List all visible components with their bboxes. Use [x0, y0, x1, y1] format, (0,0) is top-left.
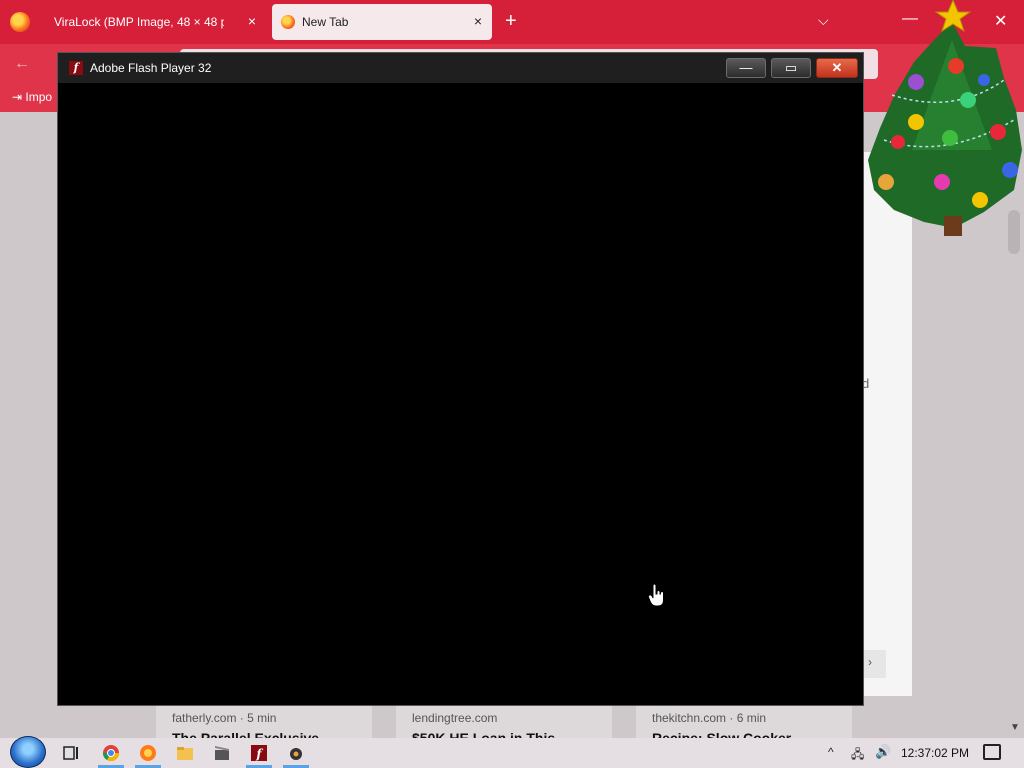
chrome-icon[interactable]	[102, 744, 120, 762]
flash-close-button[interactable]: ✕	[816, 58, 858, 78]
story-headline[interactable]: Recipe: Slow Cooker	[652, 730, 842, 738]
list-tabs-button[interactable]: ⌵	[818, 12, 829, 29]
story-source: fatherly.com · 5 min	[172, 711, 277, 725]
story-headline[interactable]: The Parallel Exclusive	[172, 730, 362, 738]
flash-window-title: Adobe Flash Player 32	[90, 61, 212, 75]
flash-title-bar[interactable]: f Adobe Flash Player 32 — ▭ ✕	[58, 53, 863, 83]
hand-cursor-icon	[648, 584, 664, 607]
new-tab-button[interactable]: +	[505, 10, 517, 32]
taskbar-clock[interactable]: 12:37:02 PM	[901, 746, 969, 760]
bookmark-import-label: Impo	[25, 90, 53, 104]
notification-center-icon[interactable]	[983, 744, 1001, 760]
tab-title: New Tab	[302, 15, 349, 29]
story-source: lendingtree.com	[412, 711, 498, 725]
tray-chevron-icon[interactable]: ^	[828, 745, 834, 759]
tray-app-icon[interactable]	[287, 744, 305, 762]
start-button[interactable]	[10, 736, 46, 768]
bookmark-import[interactable]: ⇥ Impo	[12, 90, 52, 104]
network-icon[interactable]: 🖧	[851, 745, 864, 766]
flash-minimize-button[interactable]: —	[726, 58, 766, 78]
task-view-icon[interactable]	[62, 744, 80, 762]
tab-title: ViraLock (BMP Image, 48 × 48 pixels)	[54, 15, 224, 29]
flash-stage[interactable]	[59, 83, 862, 705]
firefox-taskbar-icon[interactable]	[139, 744, 157, 762]
scroll-down-icon[interactable]: ▼	[1010, 722, 1020, 733]
tab-close-icon[interactable]: ×	[248, 13, 256, 29]
story-card[interactable]: fatherly.com · 5 min The Parallel Exclus…	[156, 706, 372, 738]
story-card[interactable]: thekitchn.com · 6 min Recipe: Slow Cooke…	[636, 706, 852, 738]
flash-player-icon: f	[69, 61, 83, 75]
story-card[interactable]: lendingtree.com $50K HE Loan in This	[396, 706, 612, 738]
import-icon: ⇥	[12, 90, 26, 104]
clapperboard-icon[interactable]	[213, 744, 231, 762]
firefox-icon[interactable]	[10, 12, 30, 32]
file-explorer-icon[interactable]	[176, 744, 194, 762]
volume-icon[interactable]: 🔊	[875, 744, 891, 760]
back-button[interactable]: ←	[14, 55, 30, 73]
story-headline[interactable]: $50K HE Loan in This	[412, 730, 602, 738]
tab-new-tab[interactable]: New Tab ×	[272, 4, 492, 40]
flash-player-window: f Adobe Flash Player 32 — ▭ ✕	[57, 52, 864, 706]
christmas-tree-icon	[868, 0, 1022, 236]
flash-maximize-button[interactable]: ▭	[771, 58, 811, 78]
flash-player-taskbar-icon[interactable]: f	[250, 744, 268, 762]
story-source: thekitchn.com · 6 min	[652, 711, 767, 725]
tab-close-icon[interactable]: ×	[474, 13, 482, 29]
tab-viralock[interactable]: ViraLock (BMP Image, 48 × 48 pixels) ×	[42, 4, 266, 40]
firefox-tab-icon	[281, 15, 295, 29]
